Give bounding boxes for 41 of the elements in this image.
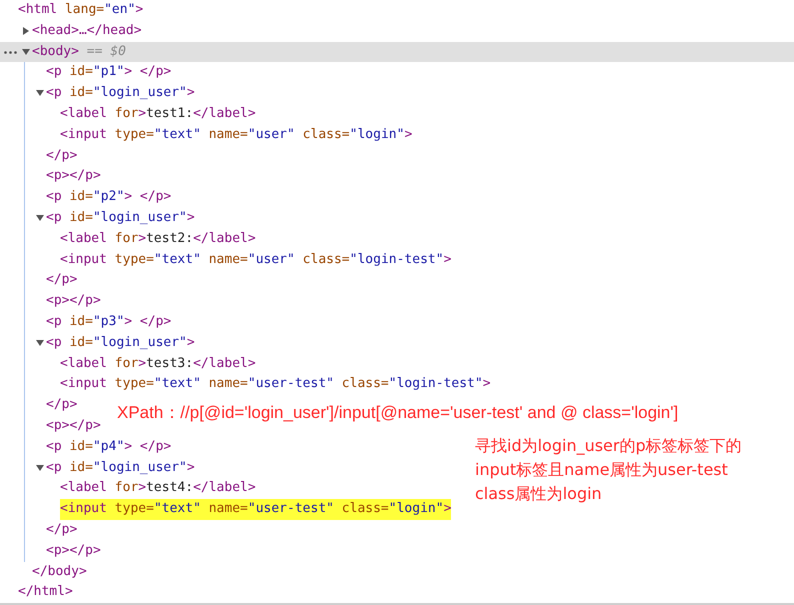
code-line: <p id="login_user"> xyxy=(46,84,195,102)
code-line: <p></p> xyxy=(46,292,101,310)
dom-row[interactable]: <body> == $0 xyxy=(0,42,794,62)
toggle-icon[interactable] xyxy=(22,48,30,56)
code-line: <p id="login_user"> xyxy=(46,458,195,477)
toggle-icon[interactable] xyxy=(36,214,44,222)
code-line: </p> xyxy=(46,396,78,414)
code-line: <p id="p4"> </p> xyxy=(46,438,172,456)
code-line: <body> == $0 xyxy=(32,42,126,61)
code-line: <html lang="en"> xyxy=(18,1,144,19)
dom-row[interactable]: <head>…</head> xyxy=(0,20,794,42)
explanation-text: input标签且name属性为user-test xyxy=(475,459,729,481)
explanation-text: 寻找id为login_user的p标签标签下的 xyxy=(475,435,742,457)
code-line: <label for>test2:</label> xyxy=(60,230,256,248)
code-line: <p></p> xyxy=(46,416,101,435)
toggle-icon[interactable] xyxy=(36,464,44,472)
code-line: <p id="login_user"> xyxy=(46,334,195,352)
code-line: <label for>test1:</label> xyxy=(60,104,256,123)
code-line: </p> xyxy=(46,146,78,165)
code-line: </body> xyxy=(32,562,87,581)
code-line: <input type="text" name="user" class="login-test"> xyxy=(60,250,452,269)
code-line: <input type="text" name="user-test" class="login-test"> xyxy=(60,375,491,394)
code-line: <label for>test3:</label> xyxy=(60,354,256,373)
code-line: <p></p> xyxy=(46,542,101,560)
code-line: </p> xyxy=(46,520,78,539)
toggle-icon[interactable] xyxy=(22,26,30,35)
code-line: <p></p> xyxy=(46,167,101,186)
code-line: <p id="p2"> </p> xyxy=(46,188,172,206)
code-line: <label for>test4:</label> xyxy=(60,479,256,498)
code-line: </html> xyxy=(18,583,73,602)
code-line: <p id="p3"> </p> xyxy=(46,312,172,331)
code-line: <p id="p1"> </p> xyxy=(46,63,172,82)
code-line: <input type="text" name="user" class="login"> xyxy=(60,126,412,144)
code-line: </p> xyxy=(46,271,78,290)
code-line: <head>…</head> xyxy=(32,22,142,40)
code-line: <p id="login_user"> xyxy=(46,208,195,227)
toggle-icon[interactable] xyxy=(36,89,44,98)
more-icon[interactable] xyxy=(4,50,17,54)
explanation-text: class属性为login xyxy=(475,483,603,505)
toggle-icon[interactable] xyxy=(36,338,44,347)
xpath-annotation: XPath：//p[@id='login_user']/input[@name='user-test' and @ class='login'] xyxy=(117,402,678,424)
